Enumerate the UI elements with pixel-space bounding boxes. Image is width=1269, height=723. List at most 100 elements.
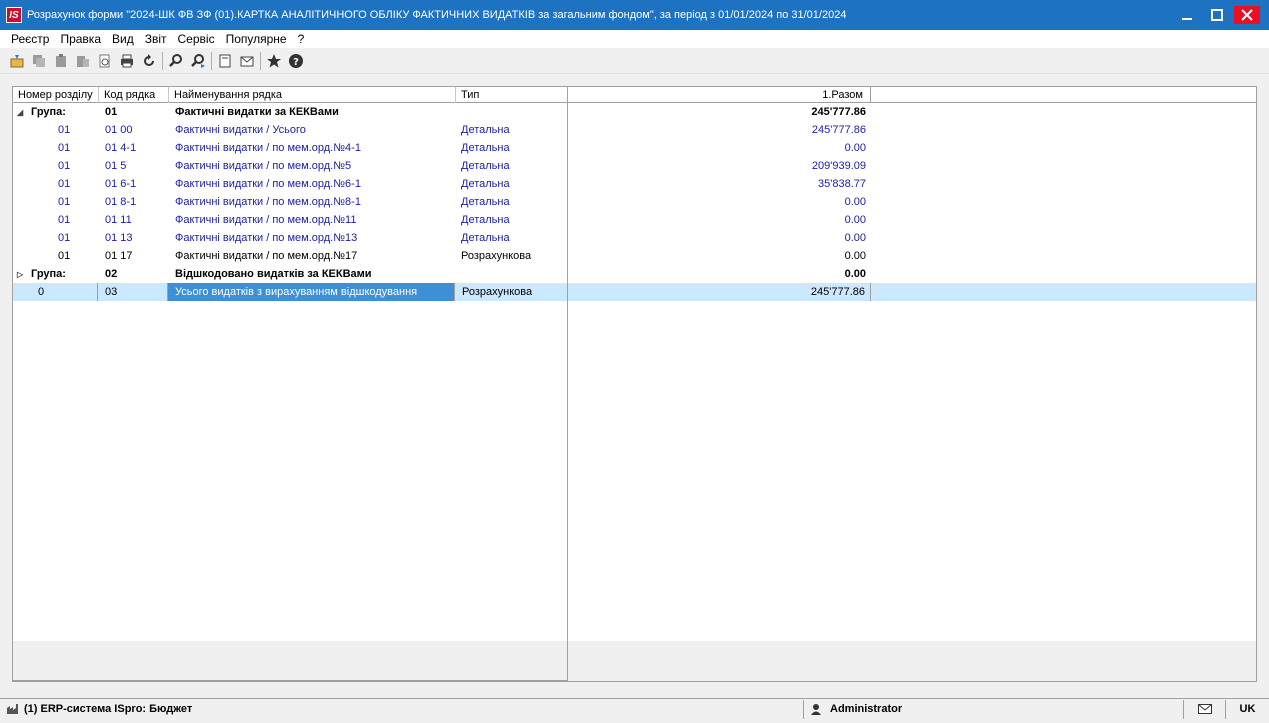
close-icon bbox=[1234, 6, 1260, 24]
value-row[interactable]: 35'838.77 bbox=[568, 175, 1256, 193]
menu-service[interactable]: Сервіс bbox=[172, 30, 220, 48]
col-header-type[interactable]: Тип bbox=[456, 87, 567, 103]
open-button[interactable] bbox=[6, 50, 28, 72]
row-type: Детальна bbox=[461, 124, 510, 136]
maximize-button[interactable] bbox=[1202, 0, 1232, 30]
total-value: 245'777.86 bbox=[568, 283, 871, 301]
row-section: 01 bbox=[58, 124, 71, 136]
row-code: 01 6-1 bbox=[105, 178, 137, 190]
row-code: 03 bbox=[98, 283, 168, 301]
row-name: Фактичні видатки за КЕКВами bbox=[175, 106, 339, 118]
help-button[interactable]: ? bbox=[285, 50, 307, 72]
paste-button[interactable] bbox=[50, 50, 72, 72]
row-code: 01 5 bbox=[105, 160, 127, 172]
row-code: 01 bbox=[105, 106, 118, 118]
value-row-selected[interactable]: 245'777.86 bbox=[568, 283, 1256, 301]
window-controls bbox=[1172, 0, 1269, 30]
value-row[interactable]: 0.00 bbox=[568, 211, 1256, 229]
row-type: Детальна bbox=[461, 160, 510, 172]
menu-help[interactable]: ? bbox=[292, 30, 310, 48]
menu-report[interactable]: Звіт bbox=[139, 30, 172, 48]
svg-text:?: ? bbox=[293, 57, 299, 68]
table-row[interactable]: 01 01 17 Фактичні видатки / по мем.орд.№… bbox=[13, 247, 567, 265]
menu-registry[interactable]: Реєстр bbox=[0, 30, 54, 48]
row-section: 01 bbox=[58, 142, 71, 154]
value-row[interactable]: 0.00 bbox=[568, 193, 1256, 211]
close-button[interactable] bbox=[1232, 0, 1262, 30]
value-row[interactable]: 0.00 bbox=[568, 139, 1256, 157]
row-type: Розрахункова bbox=[461, 250, 532, 262]
total-value: 0.00 bbox=[844, 250, 866, 262]
row-section: 01 bbox=[58, 178, 71, 190]
table-row[interactable]: 01 01 8-1 Фактичні видатки / по мем.орд.… bbox=[13, 193, 567, 211]
document-button[interactable] bbox=[214, 50, 236, 72]
total-value: 0.00 bbox=[844, 214, 866, 226]
window-title: Розрахунок форми "2024-ШК ФВ ЗФ (01).КАР… bbox=[27, 9, 847, 21]
table-row[interactable]: 01 01 11 Фактичні видатки / по мем.орд.№… bbox=[13, 211, 567, 229]
table-row[interactable]: 01 01 5 Фактичні видатки / по мем.орд.№5… bbox=[13, 157, 567, 175]
reload-button[interactable] bbox=[138, 50, 160, 72]
menu-popular[interactable]: Популярне bbox=[220, 30, 292, 48]
row-code: 01 17 bbox=[105, 250, 133, 262]
value-row[interactable]: 245'777.86 bbox=[568, 121, 1256, 139]
expand-caret-icon[interactable]: ◢ bbox=[17, 104, 31, 121]
row-code: 02 bbox=[105, 268, 118, 280]
row-section: 0 bbox=[13, 283, 98, 301]
menu-bar: Реєстр Правка Вид Звіт Сервіс Популярне … bbox=[0, 30, 1269, 48]
minimize-icon bbox=[1182, 18, 1192, 20]
mail-status[interactable] bbox=[1184, 699, 1226, 719]
copy-button[interactable] bbox=[28, 50, 50, 72]
collapse-caret-icon[interactable]: ▷ bbox=[17, 266, 31, 283]
row-name: Фактичні видатки / по мем.орд.№8-1 bbox=[175, 196, 361, 208]
menu-edit[interactable]: Правка bbox=[54, 30, 106, 48]
col-header-total[interactable]: 1.Разом bbox=[568, 87, 871, 103]
paste-special-button[interactable] bbox=[72, 50, 94, 72]
row-section: ◢ Група: bbox=[13, 103, 98, 121]
col-header-name[interactable]: Найменування рядка bbox=[169, 87, 456, 103]
table-row-selected[interactable]: 0 03 Усього видатків з вирахуванням відш… bbox=[13, 283, 567, 301]
col-header-code[interactable]: Код рядка bbox=[99, 87, 169, 103]
value-row[interactable]: 209'939.09 bbox=[568, 157, 1256, 175]
col-header-section[interactable]: Номер розділу bbox=[13, 87, 99, 103]
value-row[interactable]: 245'777.86 bbox=[568, 103, 1256, 121]
table-row[interactable]: 01 01 6-1 Фактичні видатки / по мем.орд.… bbox=[13, 175, 567, 193]
row-code: 01 8-1 bbox=[105, 196, 137, 208]
table-row[interactable]: ◢ Група: 01 Фактичні видатки за КЕКВами bbox=[13, 103, 567, 121]
minimize-button[interactable] bbox=[1172, 0, 1202, 30]
find-button[interactable] bbox=[165, 50, 187, 72]
star-icon bbox=[267, 53, 281, 67]
status-system: (1) ERP-система ISpro: Бюджет bbox=[0, 699, 804, 719]
favorite-button[interactable] bbox=[263, 50, 285, 72]
row-type: Детальна bbox=[461, 178, 510, 190]
grid-header: Номер розділу Код рядка Найменування ряд… bbox=[13, 87, 567, 103]
row-name-focused-cell[interactable]: Усього видатків з вирахуванням відшкодув… bbox=[168, 283, 454, 301]
table-row[interactable]: 01 01 4-1 Фактичні видатки / по мем.орд.… bbox=[13, 139, 567, 157]
total-value: 245'777.86 bbox=[811, 124, 866, 136]
table-row[interactable]: 01 01 13 Фактичні видатки / по мем.орд.№… bbox=[13, 229, 567, 247]
row-name: Фактичні видатки / по мем.орд.№11 bbox=[175, 214, 357, 226]
row-type: Детальна bbox=[461, 214, 510, 226]
value-row[interactable]: 0.00 bbox=[568, 229, 1256, 247]
maximize-icon bbox=[1211, 9, 1223, 21]
report-grid: Номер розділу Код рядка Найменування ряд… bbox=[12, 86, 1257, 682]
total-value: 35'838.77 bbox=[818, 178, 866, 190]
row-section: 01 bbox=[58, 160, 71, 172]
table-row[interactable]: ▷ Група: 02 Відшкодовано видатків за КЕКВ… bbox=[13, 265, 567, 283]
value-row[interactable]: 0.00 bbox=[568, 265, 1256, 283]
mail-icon bbox=[240, 56, 254, 66]
status-user: Administrator bbox=[804, 699, 1184, 719]
print-button[interactable] bbox=[116, 50, 138, 72]
menu-view[interactable]: Вид bbox=[106, 30, 139, 48]
mail-button[interactable] bbox=[236, 50, 258, 72]
value-row[interactable]: 0.00 bbox=[568, 247, 1256, 265]
find-next-icon bbox=[191, 53, 205, 68]
language-indicator[interactable]: UK bbox=[1226, 700, 1269, 719]
rows-pane: Номер розділу Код рядка Найменування ряд… bbox=[13, 87, 568, 681]
refresh-copy-button[interactable] bbox=[94, 50, 116, 72]
paste-icon bbox=[56, 53, 66, 67]
find-next-button[interactable] bbox=[187, 50, 209, 72]
values-pane: 1.Разом 245'777.86 245'777.86 0.00 209'9… bbox=[568, 87, 1256, 681]
help-icon: ? bbox=[289, 53, 303, 68]
total-value: 0.00 bbox=[844, 232, 866, 244]
table-row[interactable]: 01 01 00 Фактичні видатки / Усього Детал… bbox=[13, 121, 567, 139]
